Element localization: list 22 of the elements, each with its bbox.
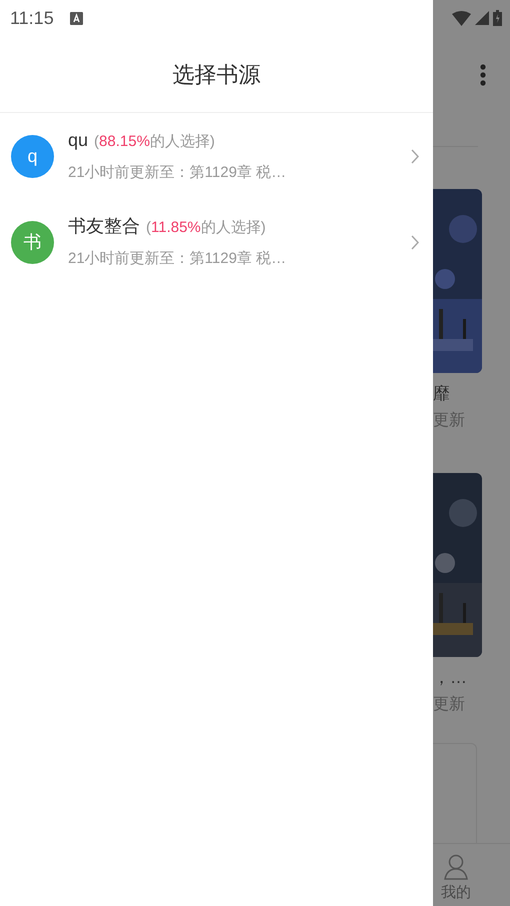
chevron-right-icon (411, 234, 419, 250)
drawer-title: 选择书源 (172, 60, 260, 88)
source-name: qu (68, 129, 88, 152)
book-title: ，… (433, 667, 468, 689)
book-title: 靡 (433, 383, 451, 405)
source-item[interactable]: 书 书友整合 (11.85%的人选择) 21小时前更新至：第1129章 税… (0, 199, 433, 285)
avatar: q (11, 134, 54, 178)
more-icon[interactable] (480, 64, 486, 86)
update-info: 21小时前更新至：第1129章 税… (68, 163, 288, 184)
battery-icon (493, 10, 502, 26)
person-icon (444, 854, 468, 880)
update-info: 21小时前更新至：第1129章 税… (68, 249, 288, 270)
keyboard-icon (70, 12, 83, 24)
avatar: 书 (11, 220, 54, 264)
source-item[interactable]: q qu (88.15%的人选择) 21小时前更新至：第1129章 税… (0, 113, 433, 199)
signal-icon (475, 11, 489, 25)
chevron-right-icon (411, 148, 419, 164)
status-time: 11:15 (10, 6, 54, 30)
selection-share: (88.15%的人选择) (94, 132, 215, 152)
selection-share: (11.85%的人选择) (146, 218, 266, 238)
wifi-icon (452, 10, 471, 26)
source-name: 书友整合 (68, 215, 140, 238)
